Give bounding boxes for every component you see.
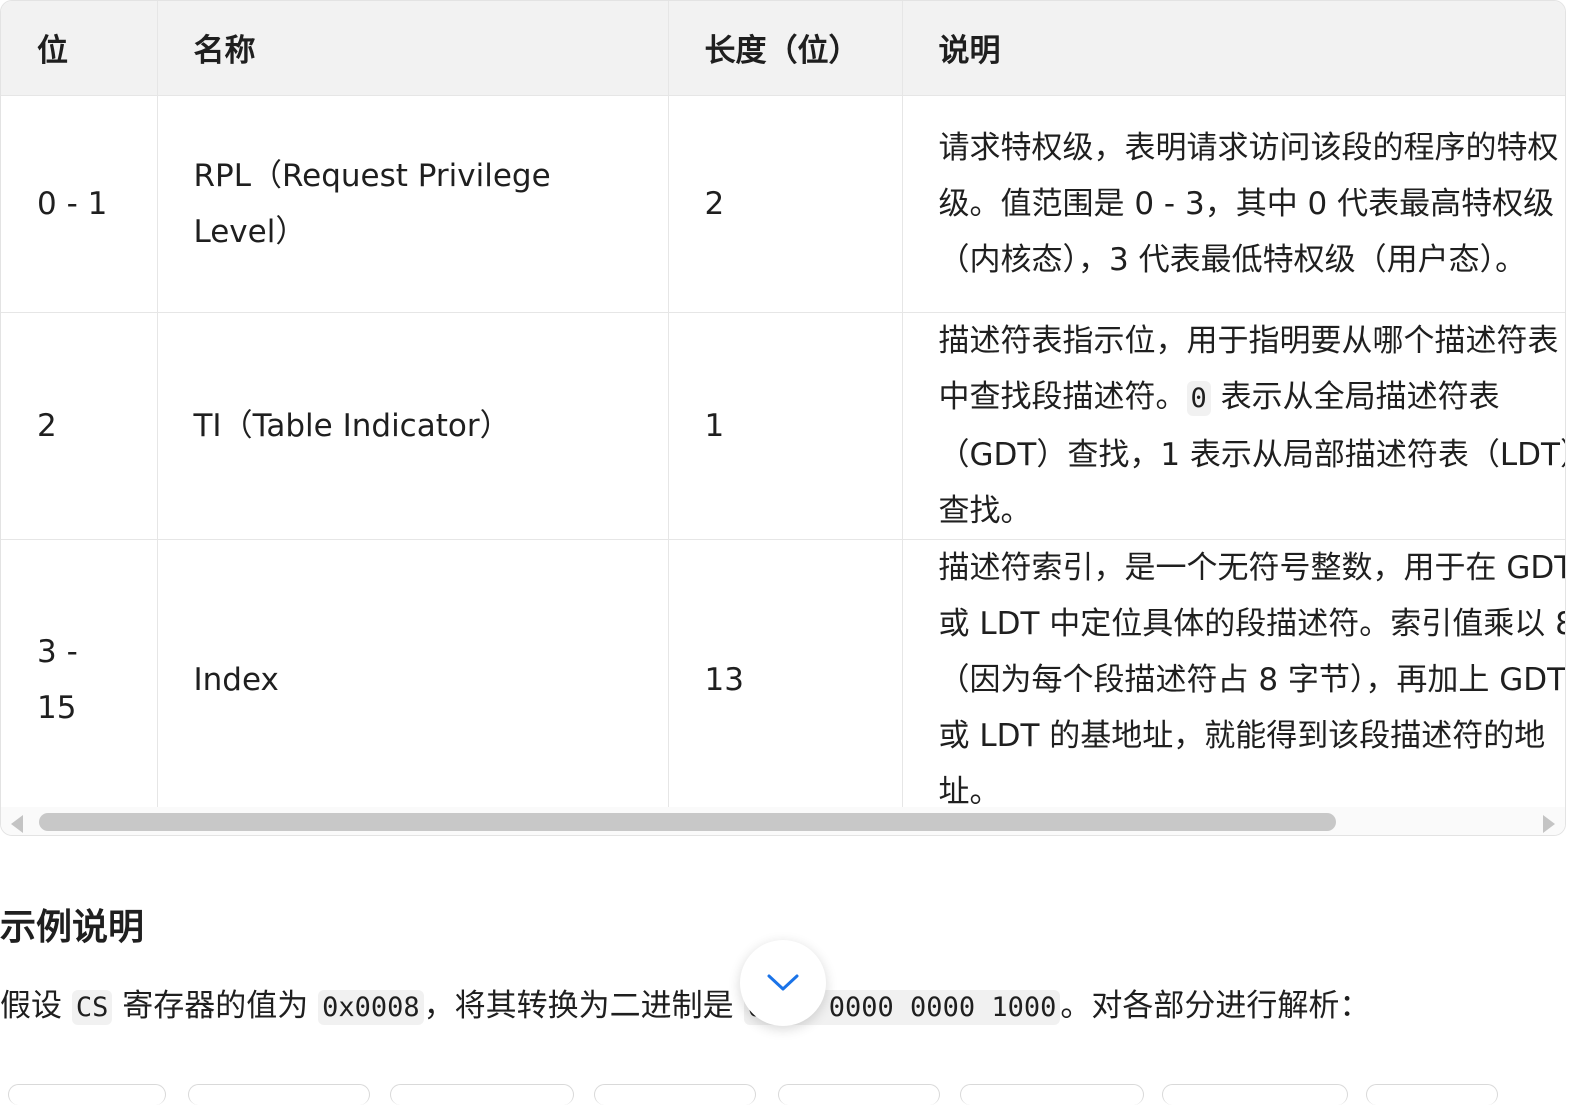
chip[interactable] [390,1084,574,1105]
cell-description: 描述符索引，是一个无符号整数，用于在 GDT 或 LDT 中定位具体的段描述符。… [902,539,1566,808]
description-text: 描述符表指示位，用于指明要从哪个描述符表中查找段描述符。 0 表示从全局描述符表（… [939,313,1566,539]
chip-row-partial [0,1084,1570,1105]
paragraph-text: 寄存器的值为 [112,988,319,1024]
paragraph-text: 。对各部分进行解析： [1060,988,1371,1024]
cell-bits: 0 - 1 [1,95,158,313]
table-viewport[interactable]: 位 名称 长度（位） 说明 0 - 1 RPL（Request Privileg… [1,1,1566,808]
cell-name: RPL（Request Privilege Level） [157,95,669,313]
chip[interactable] [1162,1084,1348,1105]
cell-length: 1 [668,312,903,540]
cell-bits: 3 - 15 [1,539,158,807]
header-bits: 位 [1,1,158,96]
example-paragraph: 假设 CS 寄存器的值为 0x0008 ，将其转换为二进制是 0000 0000 … [0,978,1370,1036]
chip[interactable] [594,1084,756,1105]
horizontal-scrollbar[interactable] [1,807,1565,835]
paragraph-text: 假设 [0,988,72,1024]
cell-length: 13 [668,539,903,807]
table-row: 3 - 15 Index 13 描述符索引，是一个无符号整数，用于在 GDT 或… [1,539,1566,808]
chip[interactable] [188,1084,370,1105]
description-text: 请求特权级，表明请求访问该段的程序的特权级。值范围是 0 - 3，其中 0 代表… [938,129,1559,278]
inline-code: 0x0008 [318,990,424,1025]
header-name: 名称 [157,1,669,96]
chip[interactable] [960,1084,1144,1105]
cell-length: 2 [668,95,903,313]
chip[interactable] [1366,1084,1498,1105]
cell-name: Index [157,539,669,807]
table-row: 0 - 1 RPL（Request Privilege Level） 2 请求特… [1,95,1565,313]
cell-description: 请求特权级，表明请求访问该段的程序的特权级。值范围是 0 - 3，其中 0 代表… [902,95,1565,313]
chip[interactable] [8,1084,166,1105]
table-header-row: 位 名称 长度（位） 说明 [1,1,1565,96]
scroll-left-arrow-icon[interactable] [11,815,23,833]
table-row: 2 TI（Table Indicator） 1 描述符表指示位，用于指明要从哪个… [1,312,1566,540]
scrollbar-thumb[interactable] [39,813,1336,831]
section-title: 示例说明 [0,907,145,948]
header-length: 长度（位） [668,1,903,96]
cell-bits: 2 [1,312,158,540]
scroll-to-bottom-button[interactable] [740,940,826,1026]
paragraph-text: ，将其转换为二进制是 [423,988,744,1024]
description-text: 描述符索引，是一个无符号整数，用于在 GDT 或 LDT 中定位具体的段描述符。… [938,549,1566,808]
cell-description: 描述符表指示位，用于指明要从哪个描述符表中查找段描述符。 0 表示从全局描述符表（… [902,312,1566,540]
chevron-down-icon [767,974,799,991]
selector-bit-table: 位 名称 长度（位） 说明 0 - 1 RPL（Request Privileg… [1,1,1566,808]
chip[interactable] [778,1084,940,1105]
cell-name: TI（Table Indicator） [157,312,669,540]
bit-field-table-container: 位 名称 长度（位） 说明 0 - 1 RPL（Request Privileg… [0,0,1566,836]
inline-code: CS [71,990,113,1025]
scroll-right-arrow-icon[interactable] [1543,815,1555,833]
header-description: 说明 [902,1,1565,96]
inline-code: 0 [1186,380,1211,416]
